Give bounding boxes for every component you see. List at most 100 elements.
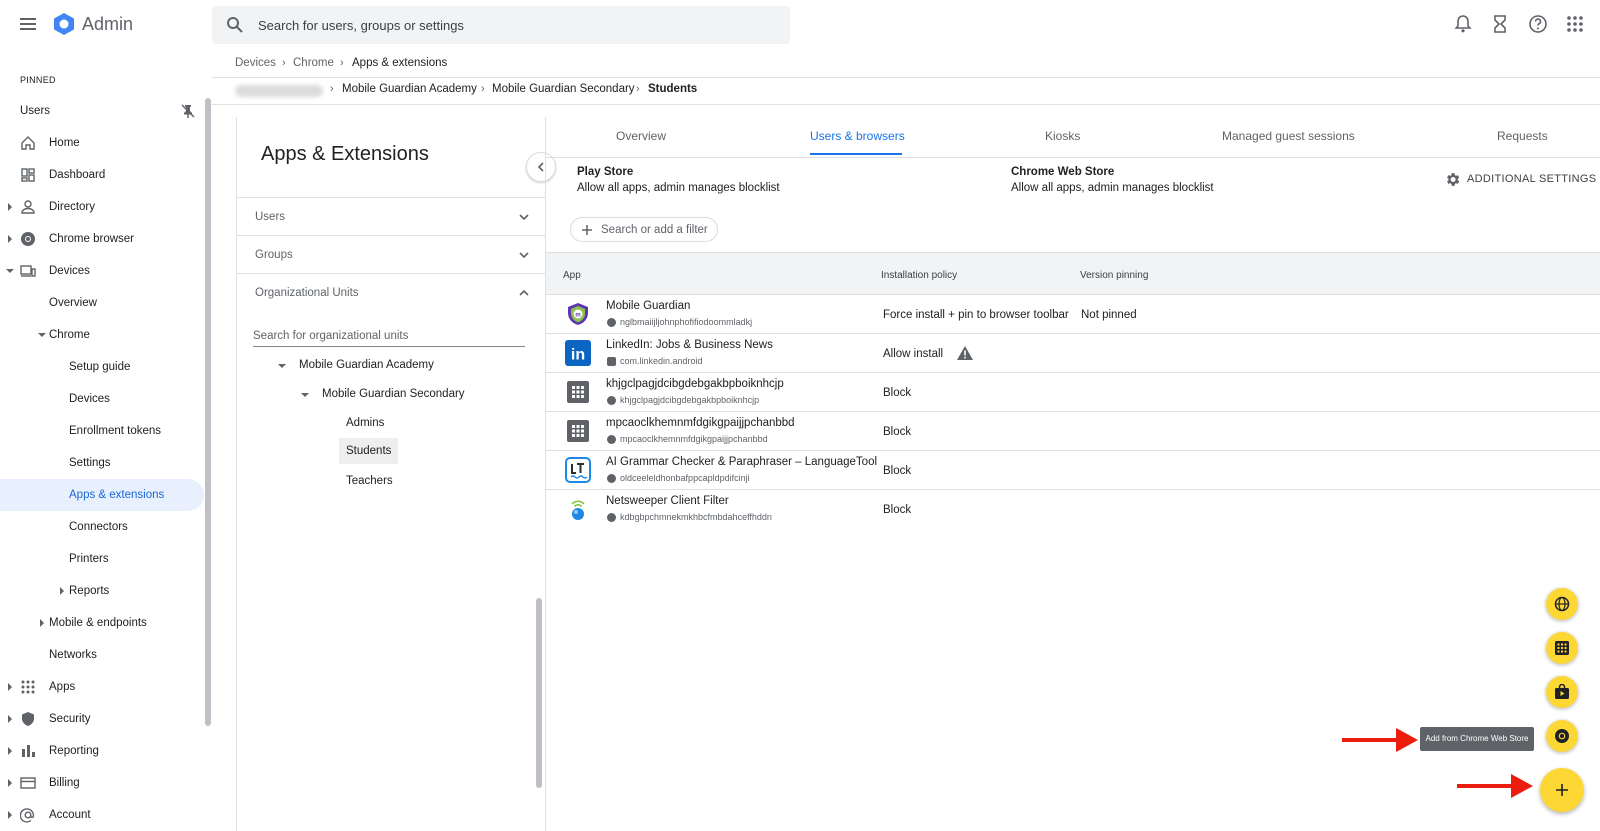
sidebar-scrollbar[interactable] <box>205 98 211 726</box>
add-app-fab[interactable] <box>1540 768 1584 812</box>
sidebar-item-connectors[interactable]: Connectors <box>0 511 204 543</box>
sidebar-item-dashboard[interactable]: Dashboard <box>0 159 204 191</box>
panel-scrollbar[interactable] <box>536 598 542 788</box>
sidebar-item-security[interactable]: Security <box>0 703 204 735</box>
breadcrumb-ou-secondary[interactable]: Mobile Guardian Secondary <box>492 83 635 95</box>
collapse-arrow-icon[interactable] <box>301 393 309 397</box>
app-name[interactable]: mpcaoclkhemnmfdgikgpaijjpchanbbd <box>606 417 795 429</box>
sidebar-item-apps-extensions[interactable]: Apps & extensions <box>0 479 204 511</box>
app-name[interactable]: LinkedIn: Jobs & Business News <box>606 339 773 351</box>
expand-arrow-icon[interactable] <box>8 203 12 211</box>
ou-item-students[interactable]: Students <box>339 438 399 464</box>
sidebar-item-chrome-browser[interactable]: Chrome browser <box>0 223 204 255</box>
sidebar-item-billing[interactable]: Billing <box>0 767 204 799</box>
expand-arrow-icon[interactable] <box>8 811 12 819</box>
version-pinning[interactable]: Not pinned <box>1081 309 1137 321</box>
chevron-down-icon <box>519 214 529 221</box>
expand-arrow-icon[interactable] <box>8 715 12 723</box>
sidebar-item-devices-overview[interactable]: Overview <box>0 287 204 319</box>
sidebar-item-devices[interactable]: Devices <box>0 255 204 287</box>
column-header-app[interactable]: App <box>563 270 581 281</box>
sidebar-item-pinned-users[interactable]: Users <box>0 95 204 127</box>
gear-icon[interactable] <box>1444 171 1461 188</box>
app-name[interactable]: Netsweeper Client Filter <box>606 495 729 507</box>
sidebar-item-networks[interactable]: Networks <box>0 639 204 671</box>
ou-item-secondary[interactable]: Mobile Guardian Secondary <box>322 388 465 400</box>
section-groups[interactable]: Groups <box>237 235 545 273</box>
tab-managed-guest-sessions[interactable]: Managed guest sessions <box>1222 129 1355 143</box>
sidebar-item-chrome-devices[interactable]: Devices <box>0 383 204 415</box>
tab-overview[interactable]: Overview <box>616 129 666 143</box>
sidebar-item-account[interactable]: Account <box>0 799 204 831</box>
installation-policy[interactable]: Allow install <box>883 348 943 360</box>
collapse-arrow-icon[interactable] <box>278 364 286 368</box>
table-row[interactable]: m Mobile Guardian nglbmaiijljohnphofifio… <box>546 295 1600 334</box>
column-header-installation-policy[interactable]: Installation policy <box>881 270 957 281</box>
sidebar-item-printers[interactable]: Printers <box>0 543 204 575</box>
table-row[interactable]: in LinkedIn: Jobs & Business News com.li… <box>546 334 1600 373</box>
tab-kiosks[interactable]: Kiosks <box>1045 129 1080 143</box>
installation-policy[interactable]: Block <box>883 387 911 399</box>
android-icon <box>607 357 616 366</box>
app-name[interactable]: AI Grammar Checker & Paraphraser – Langu… <box>606 456 877 468</box>
sidebar-item-setup-guide[interactable]: Setup guide <box>0 351 204 383</box>
breadcrumb-devices[interactable]: Devices <box>235 57 276 69</box>
add-from-chrome-web-store-fab[interactable] <box>1546 720 1578 752</box>
menu-icon[interactable] <box>18 14 38 34</box>
ou-item-teachers[interactable]: Teachers <box>346 475 393 487</box>
help-icon[interactable] <box>1527 13 1549 35</box>
expand-arrow-icon[interactable] <box>60 587 64 595</box>
sidebar-item-settings[interactable]: Settings <box>0 447 204 479</box>
section-users[interactable]: Users <box>237 197 545 235</box>
apps-grid-icon[interactable] <box>1564 13 1586 35</box>
sidebar-item-reports[interactable]: Reports <box>0 575 204 607</box>
collapse-arrow-icon[interactable] <box>38 333 46 337</box>
installation-policy[interactable]: Force install + pin to browser toolbar <box>883 309 1069 321</box>
collapse-arrow-icon[interactable] <box>6 269 14 273</box>
expand-arrow-icon[interactable] <box>8 235 12 243</box>
table-row[interactable]: AI Grammar Checker & Paraphraser – Langu… <box>546 451 1600 490</box>
table-row[interactable]: Netsweeper Client Filter kdbgbpchmnekmkh… <box>546 490 1600 529</box>
table-row[interactable]: khjgclpagjdcibgdebgakbpboiknhcjp khjgclp… <box>546 373 1600 412</box>
admin-logo-icon[interactable] <box>52 12 76 36</box>
table-row[interactable]: mpcaoclkhemnmfdgikgpaijjpchanbbd mpcaocl… <box>546 412 1600 451</box>
ou-item-academy[interactable]: Mobile Guardian Academy <box>299 359 434 371</box>
installation-policy[interactable]: Block <box>883 426 911 438</box>
expand-arrow-icon[interactable] <box>8 747 12 755</box>
breadcrumb-chrome[interactable]: Chrome <box>293 57 334 69</box>
global-search[interactable] <box>212 6 790 44</box>
section-organizational-units[interactable]: Organizational Units <box>237 273 545 311</box>
warning-icon[interactable] <box>956 345 974 361</box>
hourglass-icon[interactable] <box>1489 13 1511 35</box>
app-name[interactable]: Mobile Guardian <box>606 300 690 312</box>
sidebar-item-directory[interactable]: Directory <box>0 191 204 223</box>
sidebar-item-reporting[interactable]: Reporting <box>0 735 204 767</box>
fab-tooltip: Add from Chrome Web Store <box>1420 727 1534 751</box>
filter-chip[interactable]: Search or add a filter <box>570 217 718 242</box>
tab-requests[interactable]: Requests <box>1497 129 1548 143</box>
sidebar-item-chrome[interactable]: Chrome <box>0 319 204 351</box>
ou-search-input[interactable] <box>253 325 525 347</box>
search-input[interactable] <box>258 6 758 44</box>
unpin-icon[interactable] <box>180 103 196 119</box>
column-header-version-pinning[interactable]: Version pinning <box>1080 270 1148 281</box>
expand-arrow-icon[interactable] <box>8 779 12 787</box>
expand-arrow-icon[interactable] <box>40 619 44 627</box>
add-by-url-fab[interactable] <box>1546 588 1578 620</box>
tab-users-browsers[interactable]: Users & browsers <box>810 129 905 143</box>
ou-item-admins[interactable]: Admins <box>346 417 384 429</box>
add-from-play-store-fab[interactable] <box>1546 676 1578 708</box>
sidebar-item-mobile-endpoints[interactable]: Mobile & endpoints <box>0 607 204 639</box>
sidebar-item-enrollment-tokens[interactable]: Enrollment tokens <box>0 415 204 447</box>
app-name[interactable]: khjgclpagjdcibgdebgakbpboiknhcjp <box>606 378 784 390</box>
expand-arrow-icon[interactable] <box>8 683 12 691</box>
installation-policy[interactable]: Block <box>883 504 911 516</box>
additional-settings-button[interactable]: ADDITIONAL SETTINGS <box>1467 173 1596 185</box>
add-by-id-fab[interactable] <box>1546 632 1578 664</box>
installation-policy[interactable]: Block <box>883 465 911 477</box>
sidebar-item-apps[interactable]: Apps <box>0 671 204 703</box>
breadcrumb-ou-academy[interactable]: Mobile Guardian Academy <box>342 83 477 95</box>
bell-icon[interactable] <box>1452 13 1474 35</box>
linkedin-app-icon: in <box>565 340 591 366</box>
sidebar-item-home[interactable]: Home <box>0 127 204 159</box>
